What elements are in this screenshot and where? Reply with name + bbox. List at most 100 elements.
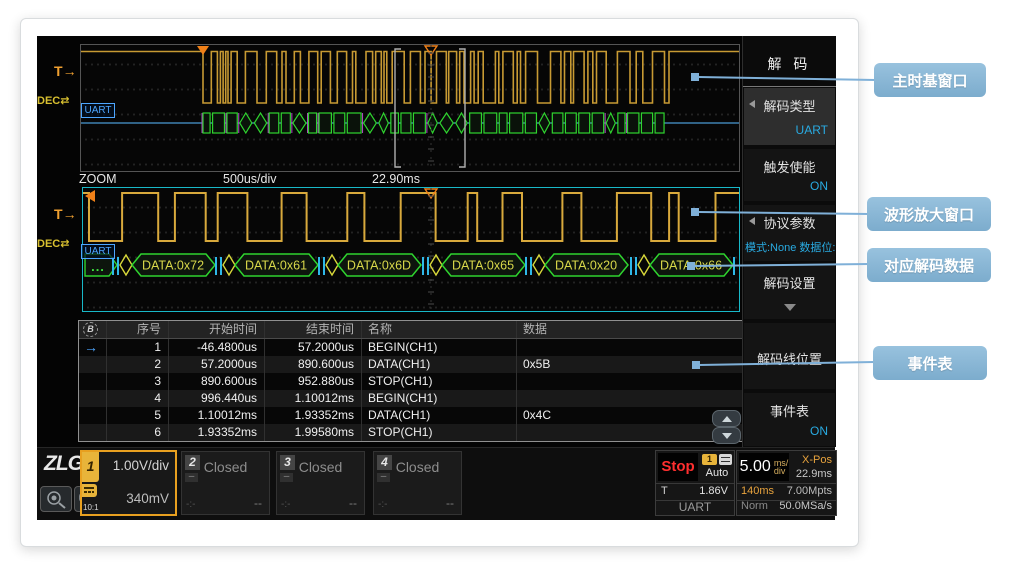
table-row[interactable]: 4 996.440us 1.10012ms BEGIN(CH1): [79, 390, 746, 407]
decode-frame-diamond: [364, 113, 377, 133]
channel-1-number: 1: [82, 452, 99, 482]
col-end-time: 结束时间: [265, 321, 362, 338]
trigger-level-row: T 1.86V: [656, 483, 734, 501]
timebase-scale: 5.00 ms/div: [739, 453, 789, 481]
decode-frame-diamond: [440, 113, 453, 133]
frame-start-diamond-icon: [120, 255, 132, 275]
menu-item-event-table[interactable]: 事件表 ON: [744, 393, 835, 446]
channel-1-box[interactable]: 1 10:1 1.00V/div 340mV: [80, 450, 177, 516]
frame-start-diamond-icon: [533, 255, 545, 275]
dropdown-arrow-icon: [784, 304, 796, 311]
decode-data-text: DATA:0x72: [142, 259, 204, 273]
table-row[interactable]: → 1 -46.4800us 57.2000us BEGIN(CH1): [79, 339, 746, 356]
decode-bit-cell: [203, 113, 210, 133]
trigger-edge-icon: [719, 454, 732, 465]
menu-item-protocol-params[interactable]: 协议参数 模式:None 数据位:8: [744, 205, 835, 261]
main-waveform: [81, 45, 739, 171]
main-timebase-window[interactable]: [80, 44, 740, 172]
menu-item-decode-line-position[interactable]: 解码线位置: [744, 323, 835, 389]
decode-bit-cell: [655, 113, 664, 133]
waveform-zoom-window[interactable]: ...DATA:0x72DATA:0x61DATA:0x6DDATA:0x65D…: [82, 187, 740, 312]
frame-start-diamond-icon: [326, 255, 338, 275]
trigger-source-badge: 1: [702, 454, 717, 465]
decode-frame-diamond: [606, 113, 615, 133]
uart-protocol-tag: UART: [81, 103, 115, 118]
trigger-status-block[interactable]: Stop 1 Auto T 1.86V UART: [655, 450, 735, 516]
decode-bit-cell: [618, 113, 625, 133]
channel-4-box[interactable]: 4 – Closed -:- --: [373, 451, 462, 515]
decode-bit-cell: [552, 113, 563, 133]
memory-depth-row: 140ms 7.00Mpts: [737, 483, 836, 501]
decode-line-label-zoom[interactable]: DEC⇄: [37, 237, 69, 250]
svg-text:...: ...: [91, 259, 105, 274]
col-name: 名称: [362, 321, 517, 338]
callout-main-timebase-window: 主时基窗口: [874, 63, 986, 97]
decode-bus-strip: [202, 113, 664, 133]
xpos-value: 22.9ms: [796, 468, 832, 480]
table-scroll-down-button[interactable]: [712, 427, 741, 444]
decoded-data-row[interactable]: ...DATA:0x72DATA:0x61DATA:0x6DDATA:0x65D…: [85, 254, 734, 276]
table-row[interactable]: 2 57.2000us 890.600us DATA(CH1) 0x5B: [79, 356, 746, 373]
channel-offset: 340mV: [126, 491, 169, 506]
uart-protocol-tag-zoom: UART: [81, 244, 115, 259]
trigger-position-marker[interactable]: [197, 46, 209, 55]
channel-3-state: Closed: [277, 459, 364, 475]
acquire-mode: Norm: [741, 500, 768, 512]
chevron-down-icon: [722, 433, 732, 439]
decode-bit-cell: [510, 113, 523, 133]
table-scroll-up-button[interactable]: [712, 410, 741, 427]
decode-frame-diamond: [539, 113, 550, 133]
zoom-waveform: ...DATA:0x72DATA:0x61DATA:0x6DDATA:0x65D…: [83, 188, 739, 311]
decode-data-text: DATA:0x20: [555, 259, 617, 273]
trigger-type: UART: [656, 500, 734, 515]
zoom-scale-readout: 500us/div: [223, 172, 277, 186]
menu-item-trigger-enable[interactable]: 触发使能 ON: [744, 149, 835, 201]
decode-bit-cell: [319, 113, 331, 133]
decode-bit-cell: [525, 113, 536, 133]
frame-start-diamond-icon: [430, 255, 442, 275]
decode-data-text: DATA:0x65: [452, 259, 514, 273]
trigger-level-label[interactable]: T→: [54, 63, 77, 79]
decode-bit-cell: [499, 113, 507, 133]
sample-rate-row: Norm 50.0MSa/s: [737, 500, 836, 515]
decode-bit-cell: [592, 113, 603, 133]
table-row[interactable]: 6 1.93352ms 1.99580ms STOP(CH1): [79, 424, 746, 441]
decode-bit-cell: [470, 113, 482, 133]
table-row[interactable]: 5 1.10012ms 1.93352ms DATA(CH1) 0x4C: [79, 407, 746, 424]
col-data: 数据: [517, 321, 746, 338]
trigger-sweep-mode: Auto: [700, 467, 734, 479]
probe-ratio: 10:1: [83, 503, 99, 512]
col-index: 序号: [107, 321, 169, 338]
trigger-level-label-zoom[interactable]: T→: [54, 206, 77, 222]
bus-icon: B: [83, 322, 98, 337]
decode-line-label[interactable]: DEC⇄: [37, 94, 69, 107]
protocol-params-summary: 模式:None 数据位:8: [745, 239, 835, 255]
col-start-time: 开始时间: [169, 321, 265, 338]
menu-item-decode-settings[interactable]: 解码设置: [744, 265, 835, 319]
channel-1-rail: 1 10:1: [82, 452, 101, 514]
xpos-label: X-Pos: [802, 454, 832, 466]
touch-gesture-icon[interactable]: [40, 486, 72, 512]
trigger-level-value: 1.86V: [699, 485, 728, 497]
center-graticule-ticks: [428, 188, 434, 311]
event-table-header: B 序号 开始时间 结束时间 名称 数据: [79, 321, 746, 339]
swap-arrows-icon: ⇄: [60, 95, 69, 107]
decode-bit-cell: [565, 113, 576, 133]
arrow-right-icon: →: [63, 206, 77, 222]
menu-item-decode-type[interactable]: 解码类型 UART: [744, 88, 835, 145]
menu-title: 解 码: [743, 54, 836, 87]
record-length-points: 7.00Mpts: [787, 485, 832, 497]
decode-bit-cell: [579, 113, 590, 133]
arrow-right-icon: →: [63, 63, 77, 79]
table-row[interactable]: 3 890.600us 952.880us STOP(CH1): [79, 373, 746, 390]
callout-zoom-window: 波形放大窗口: [867, 197, 991, 231]
record-length-time: 140ms: [741, 485, 774, 497]
decode-bit-cell: [269, 113, 279, 133]
decode-frame-diamond: [293, 113, 306, 133]
channel-2-box[interactable]: 2 – Closed -:- --: [181, 451, 270, 515]
decode-data-text: DATA:0x66: [660, 259, 722, 273]
chevron-up-icon: [722, 416, 732, 422]
channel-3-box[interactable]: 3 – Closed -:- --: [276, 451, 365, 515]
zoom-region-left-bracket[interactable]: [395, 49, 401, 167]
timebase-status-block[interactable]: 5.00 ms/div X-Pos 22.9ms 140ms 7.00Mpts …: [736, 450, 837, 516]
